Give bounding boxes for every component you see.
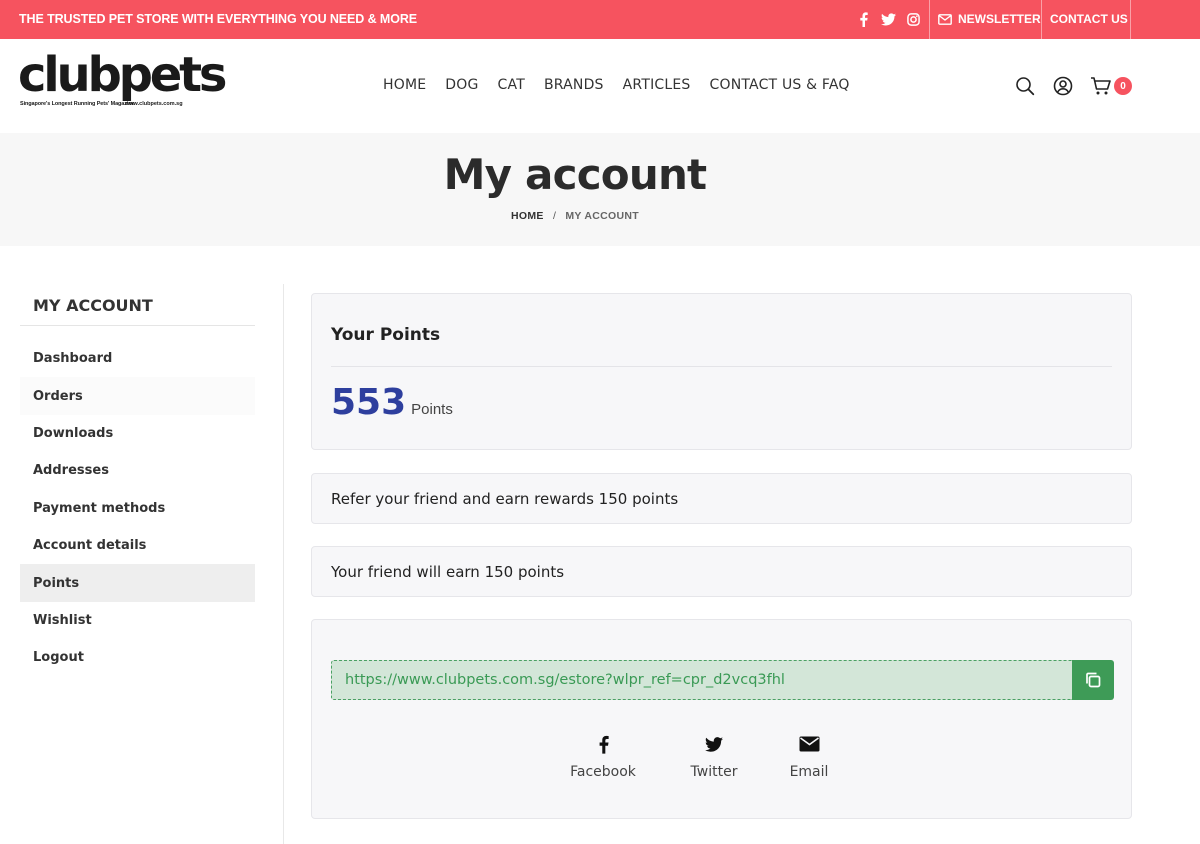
social-links <box>855 10 921 28</box>
facebook-icon[interactable] <box>855 10 871 28</box>
sidebar-item-payment-methods[interactable]: Payment methods <box>20 490 255 527</box>
refer-reward-card: Refer your friend and earn rewards 150 p… <box>311 473 1132 524</box>
sidebar-item-orders[interactable]: Orders <box>20 377 255 415</box>
account-sidebar: MY ACCOUNT Dashboard Orders Downloads Ad… <box>20 284 255 677</box>
points-balance: 553 Points <box>331 382 453 423</box>
header-actions: 0 <box>1014 75 1132 97</box>
cart-count-badge: 0 <box>1114 77 1132 95</box>
main-nav: HOME DOG CAT BRANDS ARTICLES CONTACT US … <box>383 77 869 93</box>
copy-icon <box>1086 672 1101 688</box>
sidebar-title: MY ACCOUNT <box>20 284 255 326</box>
share-email[interactable]: Email <box>759 732 859 780</box>
topbar-divider <box>929 0 930 39</box>
refer-reward-text: Refer your friend and earn rewards 150 p… <box>331 490 679 508</box>
envelope-icon <box>938 13 952 25</box>
sidebar-item-downloads[interactable]: Downloads <box>20 415 255 452</box>
sidebar-item-dashboard[interactable]: Dashboard <box>20 340 255 377</box>
breadcrumb-home[interactable]: HOME <box>511 210 544 222</box>
account-icon[interactable] <box>1052 75 1074 97</box>
logo-wordmark: clubpets <box>18 47 227 103</box>
sidebar-item-addresses[interactable]: Addresses <box>20 452 255 489</box>
nav-home[interactable]: HOME <box>383 77 426 93</box>
points-unit: Points <box>411 401 453 418</box>
points-title: Your Points <box>331 325 441 345</box>
referral-link-card: https://www.clubpets.com.sg/estore?wlpr_… <box>311 619 1132 819</box>
topbar-divider <box>1041 0 1042 39</box>
content-divider <box>283 284 284 844</box>
points-value: 553 <box>331 382 407 423</box>
share-twitter[interactable]: Twitter <box>664 732 764 780</box>
friend-reward-text: Your friend will earn 150 points <box>331 563 565 581</box>
topbar-divider <box>1130 0 1131 39</box>
referral-link-field[interactable]: https://www.clubpets.com.sg/estore?wlpr_… <box>331 660 1072 700</box>
top-bar: THE TRUSTED PET STORE WITH EVERYTHING YO… <box>0 0 1200 39</box>
contact-us-link[interactable]: CONTACT US <box>1050 12 1128 26</box>
facebook-icon <box>598 732 609 756</box>
share-facebook-label: Facebook <box>570 764 636 780</box>
envelope-icon <box>799 732 820 756</box>
points-divider <box>331 366 1112 367</box>
logo-url: www.clubpets.com.sg <box>125 101 183 107</box>
instagram-icon[interactable] <box>905 10 921 28</box>
share-email-label: Email <box>789 764 829 780</box>
nav-brands[interactable]: BRANDS <box>544 77 604 93</box>
referral-link-text: https://www.clubpets.com.sg/estore?wlpr_… <box>345 672 785 688</box>
sidebar-item-wishlist[interactable]: Wishlist <box>20 602 255 639</box>
store-tagline: THE TRUSTED PET STORE WITH EVERYTHING YO… <box>19 12 417 26</box>
share-twitter-label: Twitter <box>690 764 738 780</box>
nav-dog[interactable]: DOG <box>445 77 478 93</box>
breadcrumb-current: MY ACCOUNT <box>565 210 639 222</box>
sidebar-item-logout[interactable]: Logout <box>20 639 255 676</box>
newsletter-link[interactable]: NEWSLETTER <box>938 12 1041 26</box>
share-facebook[interactable]: Facebook <box>553 732 653 780</box>
page-title: My account <box>443 150 707 199</box>
points-card: Your Points 553 Points <box>311 293 1132 450</box>
newsletter-label: NEWSLETTER <box>958 12 1041 26</box>
cart-icon[interactable] <box>1090 75 1112 97</box>
nav-cat[interactable]: CAT <box>498 77 525 93</box>
nav-articles[interactable]: ARTICLES <box>623 77 691 93</box>
sidebar-item-points[interactable]: Points <box>20 564 255 602</box>
site-header: clubpets Singapore's Longest Running Pet… <box>0 39 1200 133</box>
breadcrumb: HOME / MY ACCOUNT <box>0 210 1150 222</box>
nav-contact-faq[interactable]: CONTACT US & FAQ <box>710 77 850 93</box>
page-hero: My account HOME / MY ACCOUNT <box>0 133 1200 246</box>
sidebar-item-account-details[interactable]: Account details <box>20 527 255 564</box>
breadcrumb-separator: / <box>552 210 557 222</box>
account-menu: Dashboard Orders Downloads Addresses Pay… <box>20 340 255 677</box>
twitter-icon <box>705 732 723 756</box>
search-icon[interactable] <box>1014 75 1036 97</box>
friend-reward-card: Your friend will earn 150 points <box>311 546 1132 597</box>
clubpets-logo[interactable]: clubpets Singapore's Longest Running Pet… <box>18 51 227 113</box>
logo-tagline: Singapore's Longest Running Pets' Magazi… <box>20 101 135 107</box>
copy-link-button[interactable] <box>1072 660 1114 700</box>
twitter-icon[interactable] <box>880 10 896 28</box>
